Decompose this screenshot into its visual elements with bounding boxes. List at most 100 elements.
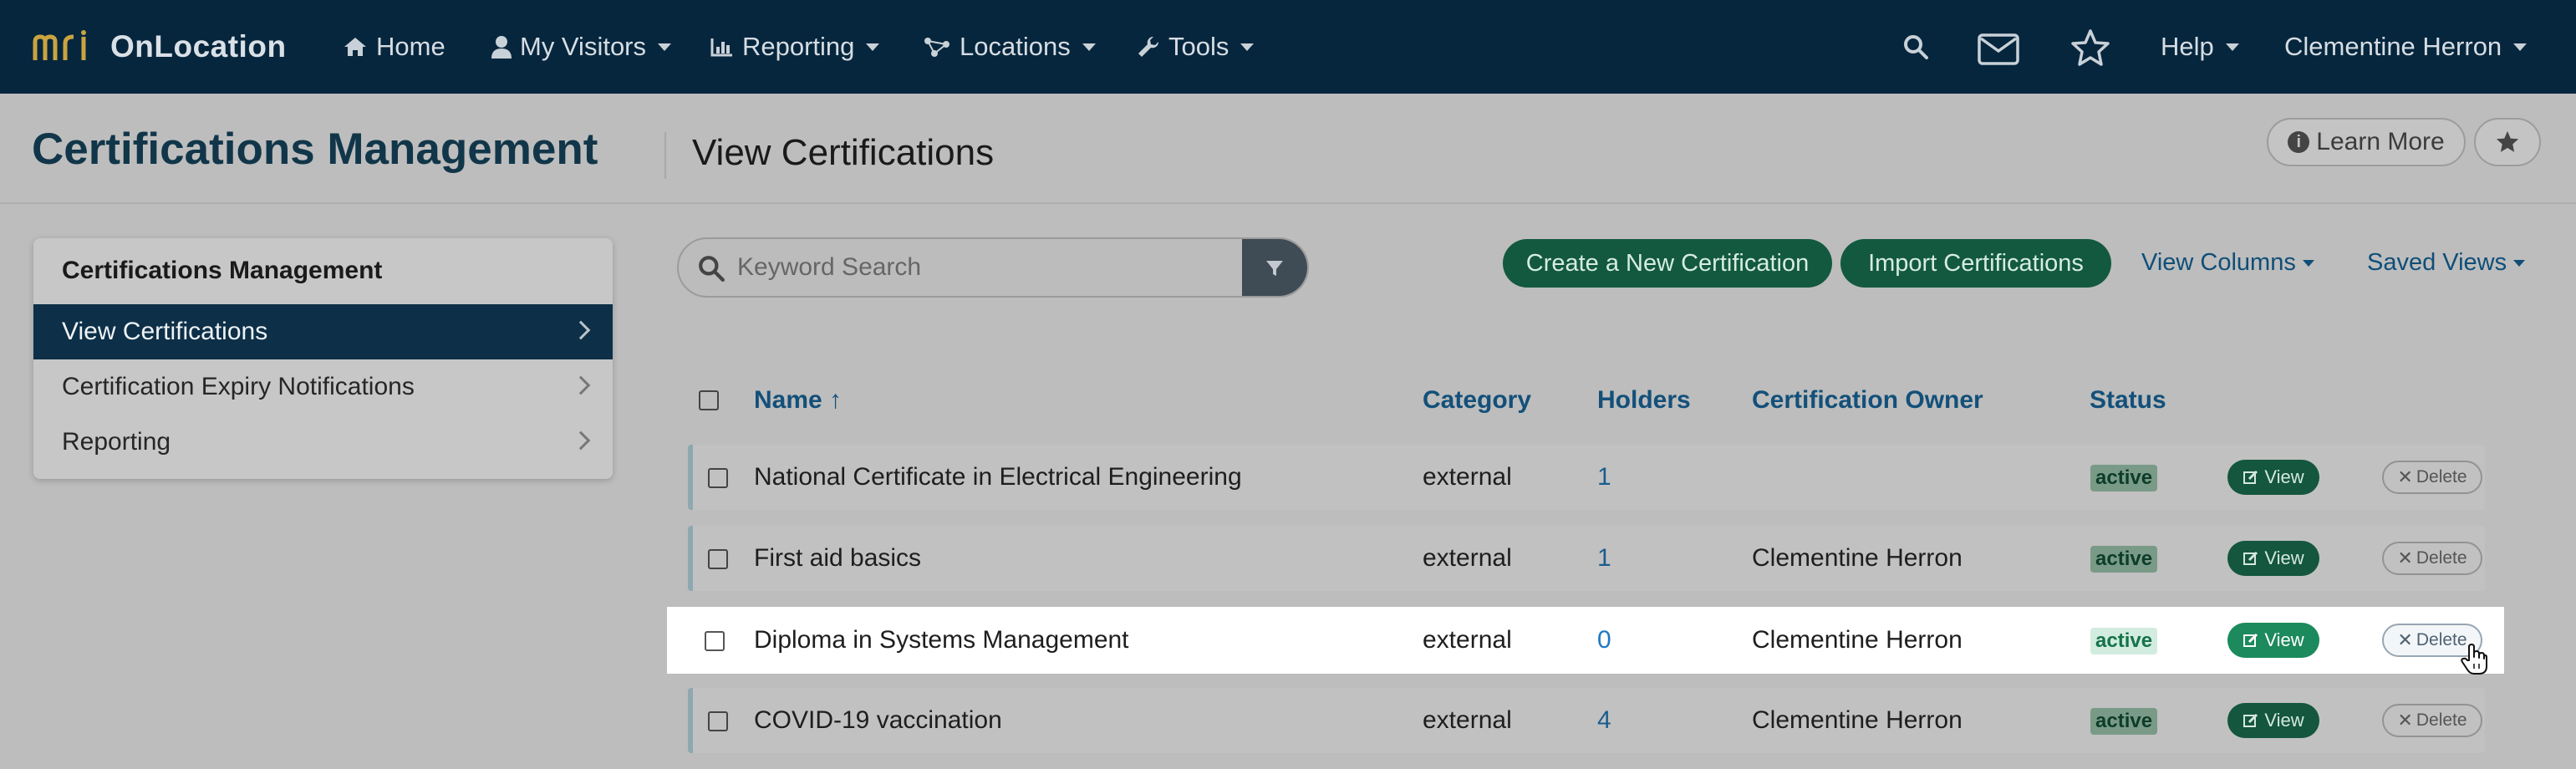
header-divider: [0, 202, 2576, 204]
view-columns-dropdown[interactable]: View Columns: [2141, 249, 2314, 277]
brand[interactable]: OnLocation: [32, 25, 287, 69]
nav-locations-label: Locations: [960, 32, 1071, 61]
info-icon: i: [2288, 131, 2310, 153]
chevron-down-icon: [658, 43, 672, 51]
holders-link[interactable]: 1: [1597, 463, 1611, 491]
column-header-status[interactable]: Status: [2090, 386, 2166, 415]
edit-icon: [2243, 551, 2258, 565]
edit-icon: [2243, 633, 2258, 647]
select-all-checkbox[interactable]: [699, 390, 719, 410]
chevron-down-icon: [866, 43, 880, 51]
nav-tools-label: Tools: [1168, 32, 1229, 61]
nav-tools[interactable]: Tools: [1137, 28, 1255, 65]
search-icon[interactable]: [1902, 33, 1929, 60]
search-icon: [699, 256, 725, 282]
holders-link[interactable]: 0: [1597, 626, 1611, 654]
star-icon: [2496, 130, 2519, 152]
certification-name: COVID-19 vaccination: [754, 706, 1002, 734]
row-checkbox[interactable]: [708, 549, 728, 569]
search-box: [677, 237, 1309, 298]
certification-name: National Certificate in Electrical Engin…: [754, 463, 1242, 491]
column-header-holders[interactable]: Holders: [1597, 386, 1691, 415]
sidebar-item-label: Certification Expiry Notifications: [62, 373, 415, 400]
delete-label: Delete: [2416, 467, 2467, 486]
page-subtitle: View Certifications: [692, 132, 995, 173]
nav-home-label: Home: [376, 32, 445, 61]
view-label: View: [2264, 629, 2304, 650]
holders-link[interactable]: 1: [1597, 544, 1611, 573]
filter-button[interactable]: [1242, 239, 1307, 296]
certification-owner: Clementine Herron: [1752, 544, 1963, 572]
chevron-down-icon: [1082, 43, 1096, 51]
view-label: View: [2264, 547, 2304, 568]
status-badge: active: [2090, 465, 2158, 491]
row-checkbox[interactable]: [708, 711, 728, 731]
edit-icon: [2243, 470, 2258, 484]
chevron-down-icon: [2513, 259, 2526, 267]
view-button[interactable]: View: [2227, 460, 2319, 495]
nav-locations[interactable]: Locations: [923, 28, 1096, 65]
column-header-certification-owner[interactable]: Certification Owner: [1752, 386, 1983, 415]
nav-my-visitors[interactable]: My Visitors: [491, 28, 672, 65]
top-navbar: OnLocation Home My Visitors Reporting Lo…: [0, 0, 2576, 94]
row-checkbox[interactable]: [705, 631, 725, 651]
nav-reporting-label: Reporting: [742, 32, 855, 61]
keyword-search-input[interactable]: [737, 239, 1247, 296]
row-checkbox[interactable]: [708, 468, 728, 488]
close-icon: ✕: [2397, 710, 2413, 731]
chevron-down-icon: [2225, 43, 2239, 51]
nav-help-label: Help: [2161, 32, 2214, 61]
delete-label: Delete: [2416, 710, 2467, 730]
sidebar-title: Certifications Management: [62, 257, 383, 284]
filter-icon: [1266, 261, 1283, 276]
delete-label: Delete: [2416, 630, 2467, 649]
app-name: OnLocation: [110, 29, 287, 64]
create-certification-button[interactable]: Create a New Certification: [1503, 239, 1832, 288]
column-header-name[interactable]: Name ↑: [754, 386, 842, 415]
chevron-right-icon: [571, 430, 591, 451]
star-icon[interactable]: [2069, 28, 2111, 69]
page-title: Certifications Management: [32, 125, 598, 174]
favorite-button[interactable]: [2474, 118, 2541, 166]
certification-owner: Clementine Herron: [1752, 626, 1963, 654]
table-row[interactable]: First aid basics external 1 Clementine H…: [688, 526, 2485, 591]
mail-icon[interactable]: [1978, 33, 2019, 65]
nav-help[interactable]: Help: [2161, 28, 2239, 65]
sidebar-item-reporting[interactable]: Reporting: [33, 415, 613, 470]
delete-button[interactable]: ✕ Delete: [2382, 704, 2482, 737]
saved-views-dropdown[interactable]: Saved Views: [2367, 249, 2526, 277]
certification-category: external: [1423, 706, 1512, 734]
network-icon: [924, 38, 949, 57]
nav-home[interactable]: Home: [343, 28, 445, 65]
title-divider: [664, 132, 666, 179]
learn-more-button[interactable]: i Learn More: [2267, 118, 2466, 166]
delete-button[interactable]: ✕ Delete: [2382, 461, 2482, 494]
saved-views-label: Saved Views: [2367, 249, 2507, 276]
import-certifications-button[interactable]: Import Certifications: [1840, 239, 2111, 288]
delete-button[interactable]: ✕ Delete: [2382, 542, 2482, 575]
view-button[interactable]: View: [2227, 541, 2319, 576]
edit-icon: [2243, 713, 2258, 727]
sidebar: Certifications Management View Certifica…: [33, 238, 613, 479]
bar-chart-icon: [710, 38, 732, 57]
sidebar-item-label: View Certifications: [62, 318, 268, 345]
mri-logo-icon: [33, 30, 86, 60]
table-row[interactable]: Diploma in Systems Management external 0…: [667, 607, 2504, 675]
sidebar-item-view-certifications[interactable]: View Certifications: [33, 304, 613, 359]
user-menu[interactable]: Clementine Herron: [2284, 28, 2528, 65]
close-icon: ✕: [2397, 466, 2413, 487]
chevron-right-icon: [571, 320, 591, 340]
user-icon: [491, 36, 512, 59]
chevron-down-icon: [1240, 43, 1255, 51]
nav-my-visitors-label: My Visitors: [520, 32, 647, 61]
table-row[interactable]: National Certificate in Electrical Engin…: [688, 445, 2485, 510]
hand-pointer-cursor-icon: [2461, 644, 2487, 675]
nav-reporting[interactable]: Reporting: [710, 28, 880, 65]
view-button[interactable]: View: [2227, 623, 2319, 658]
holders-link[interactable]: 4: [1597, 706, 1611, 735]
sidebar-item-certification-expiry-notifications[interactable]: Certification Expiry Notifications: [33, 359, 613, 415]
column-header-category[interactable]: Category: [1423, 386, 1531, 415]
view-button[interactable]: View: [2227, 703, 2319, 738]
table-row[interactable]: COVID-19 vaccination external 4 Clementi…: [688, 688, 2485, 753]
certification-category: external: [1423, 544, 1512, 572]
